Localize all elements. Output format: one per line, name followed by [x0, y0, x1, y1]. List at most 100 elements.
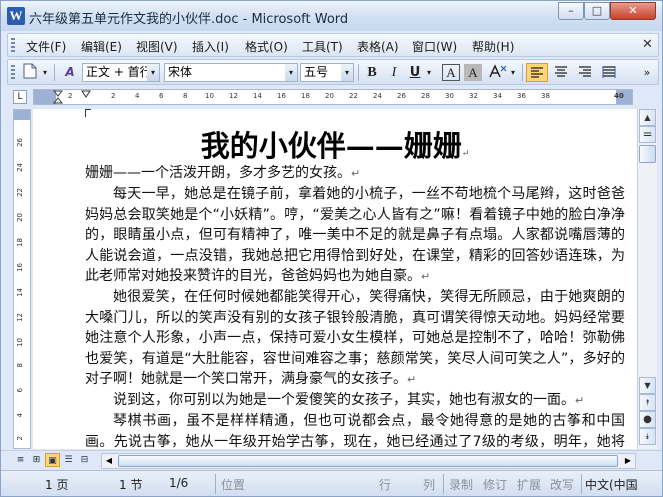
- paragraph-4[interactable]: 说到这，你可别以为她是一个爱傻笑的女孩子，其实，她也有淑女的一面。↵: [85, 390, 625, 412]
- top-margin-shade: [14, 110, 30, 120]
- tab-selector[interactable]: L: [13, 90, 27, 104]
- word-app-icon[interactable]: W: [7, 7, 25, 25]
- first-line-indent-icon[interactable]: [81, 90, 91, 98]
- menu-tools[interactable]: 工具(T): [302, 38, 343, 55]
- split-handle[interactable]: =: [639, 126, 656, 143]
- chevron-down-icon[interactable]: ▾: [341, 64, 353, 81]
- underline-button[interactable]: U: [406, 63, 424, 82]
- status-record[interactable]: 录制: [449, 476, 473, 493]
- menu-table[interactable]: 表格(A): [357, 38, 399, 55]
- bold-button[interactable]: B: [362, 63, 382, 82]
- document-page[interactable]: 我的小伙伴——姗姗↵ 姗姗——一个活泼开朗，多才多艺的女孩。↵ 每天一早，她总是…: [33, 109, 637, 449]
- reading-view-icon[interactable]: ⊟: [77, 453, 92, 467]
- ruler-number: 12: [16, 313, 24, 322]
- underline-dropdown[interactable]: ▾: [424, 63, 434, 82]
- character-scaling-button[interactable]: [486, 63, 508, 82]
- ruler-number: 4: [16, 413, 24, 418]
- scroll-up-button[interactable]: ▲: [639, 109, 656, 126]
- align-right-icon: [579, 66, 591, 77]
- paragraph-5[interactable]: 琴棋书画，虽不是样样精通，但也可说都会点，最令她得意的是她的古筝和中国画。先说古…: [85, 411, 625, 449]
- indent-marker-icon[interactable]: [53, 90, 63, 104]
- print-layout-view-icon[interactable]: ▣: [45, 453, 60, 467]
- chevron-down-icon[interactable]: ▾: [285, 64, 297, 81]
- menu-view[interactable]: 视图(V): [136, 38, 178, 55]
- ruler-number: 24: [16, 163, 24, 172]
- align-left-button[interactable]: [526, 63, 548, 82]
- browse-object-button[interactable]: ●: [639, 411, 656, 428]
- status-separator: [443, 474, 444, 494]
- font-combobox[interactable]: 宋体 ▾: [164, 63, 298, 82]
- status-position: 位置: [221, 478, 246, 492]
- align-center-button[interactable]: [550, 63, 572, 82]
- ruler-number: 30: [445, 92, 454, 100]
- font-value: 宋体: [168, 65, 193, 79]
- scroll-right-button[interactable]: ▶: [621, 454, 635, 468]
- menu-help[interactable]: 帮助(H): [472, 38, 514, 55]
- character-border-button[interactable]: A: [442, 64, 460, 81]
- menu-grip[interactable]: [11, 38, 15, 53]
- previous-page-button[interactable]: ⯭: [639, 394, 656, 411]
- vertical-scroll-thumb[interactable]: [639, 145, 656, 163]
- status-page-count: 1/6: [169, 476, 189, 490]
- character-shading-button[interactable]: A: [464, 64, 482, 81]
- ruler-number: 2: [68, 92, 73, 100]
- close-document-button[interactable]: ✕: [642, 37, 653, 52]
- italic-button[interactable]: I: [384, 63, 404, 82]
- menu-file[interactable]: 文件(F): [26, 38, 66, 55]
- menu-bar: 文件(F) 编辑(E) 视图(V) 插入(I) 格式(O) 工具(T) 表格(A…: [7, 33, 659, 57]
- next-page-button[interactable]: ⯯: [639, 428, 656, 445]
- new-document-icon: [23, 63, 37, 79]
- menu-format[interactable]: 格式(O): [245, 38, 288, 55]
- vertical-scrollbar[interactable]: ▲ = ▼ ⯭ ● ⯯: [637, 109, 657, 449]
- paragraph-2[interactable]: 每天一早，她总是在镜子前，拿着她的小梳子，一丝不苟地梳个马尾辫，这时爸爸妈妈总会…: [85, 184, 625, 288]
- font-size-combobox[interactable]: 五号 ▾: [300, 63, 354, 82]
- new-document-dropdown[interactable]: ▾: [40, 63, 50, 82]
- ruler-number: 14: [16, 288, 24, 297]
- ruler-number: 8: [16, 363, 24, 368]
- ruler-number: 26: [16, 138, 24, 147]
- ruler-number: 8: [183, 92, 188, 100]
- scroll-left-button[interactable]: ◀: [102, 454, 116, 468]
- new-document-button[interactable]: [20, 63, 40, 82]
- status-overtype[interactable]: 改写: [550, 476, 574, 493]
- normal-view-icon[interactable]: ≡: [13, 453, 28, 467]
- chevron-down-icon[interactable]: ▾: [147, 64, 159, 81]
- horizontal-scroll-thumb[interactable]: [118, 455, 618, 467]
- ruler-number: 2: [111, 92, 116, 100]
- toolbar-grip[interactable]: [11, 65, 15, 81]
- outline-view-icon[interactable]: ☰: [61, 453, 76, 467]
- menu-insert[interactable]: 插入(I): [192, 38, 229, 55]
- document-title[interactable]: 我的小伙伴——姗姗↵: [33, 123, 637, 165]
- status-bar: 1 页 1 节 1/6 位置 行 列 录制 修订 扩展 改写 中文(中国: [1, 470, 662, 496]
- ruler-number: 2: [16, 436, 24, 441]
- status-language[interactable]: 中文(中国: [585, 476, 638, 493]
- status-extend[interactable]: 扩展: [517, 476, 541, 493]
- status-track-changes[interactable]: 修订: [483, 476, 507, 493]
- font-size-value: 五号: [304, 65, 329, 79]
- justify-button[interactable]: [598, 63, 620, 82]
- paragraph-1[interactable]: 姗姗——一个活泼开朗，多才多艺的女孩。↵: [85, 163, 625, 185]
- status-line: 行: [379, 478, 392, 492]
- web-view-icon[interactable]: ⊞: [29, 453, 44, 467]
- scroll-down-button[interactable]: ▼: [639, 377, 656, 394]
- menu-edit[interactable]: 编辑(E): [81, 38, 122, 55]
- ruler-number: 36: [517, 92, 526, 100]
- distributed-align-icon: [602, 66, 616, 78]
- ruler-number: 20: [325, 92, 334, 100]
- ruler-number: 20: [16, 213, 24, 222]
- maximize-button[interactable]: □: [584, 2, 610, 20]
- horizontal-ruler[interactable]: 2 2 4 6 8 10 12 14 16 18 20 22 24 26 28 …: [33, 89, 633, 105]
- close-window-button[interactable]: ✕: [610, 2, 656, 20]
- toolbar-more-button[interactable]: »: [640, 63, 654, 82]
- style-combobox[interactable]: 正文 + 首行 ▾: [82, 63, 160, 82]
- styles-formatting-icon[interactable]: A: [60, 63, 80, 82]
- align-right-button[interactable]: [574, 63, 596, 82]
- title-bar[interactable]: W 六年级第五单元作文我的小伙伴.doc - Microsoft Word – …: [1, 1, 662, 31]
- scaling-dropdown[interactable]: ▾: [508, 63, 518, 82]
- ruler-number: 24: [373, 92, 382, 100]
- menu-window[interactable]: 窗口(W): [412, 38, 457, 55]
- paragraph-3[interactable]: 她很爱笑，在任何时候她都能笑得开心，笑得痛快，笑得无所顾忌，由于她爽朗的大嗓门儿…: [85, 287, 625, 391]
- vertical-ruler[interactable]: 26 24 22 20 18 16 14 12 10 8 6 4 2: [13, 109, 31, 449]
- minimize-button[interactable]: –: [558, 2, 584, 20]
- horizontal-scrollbar[interactable]: ◀ ▶: [101, 453, 636, 469]
